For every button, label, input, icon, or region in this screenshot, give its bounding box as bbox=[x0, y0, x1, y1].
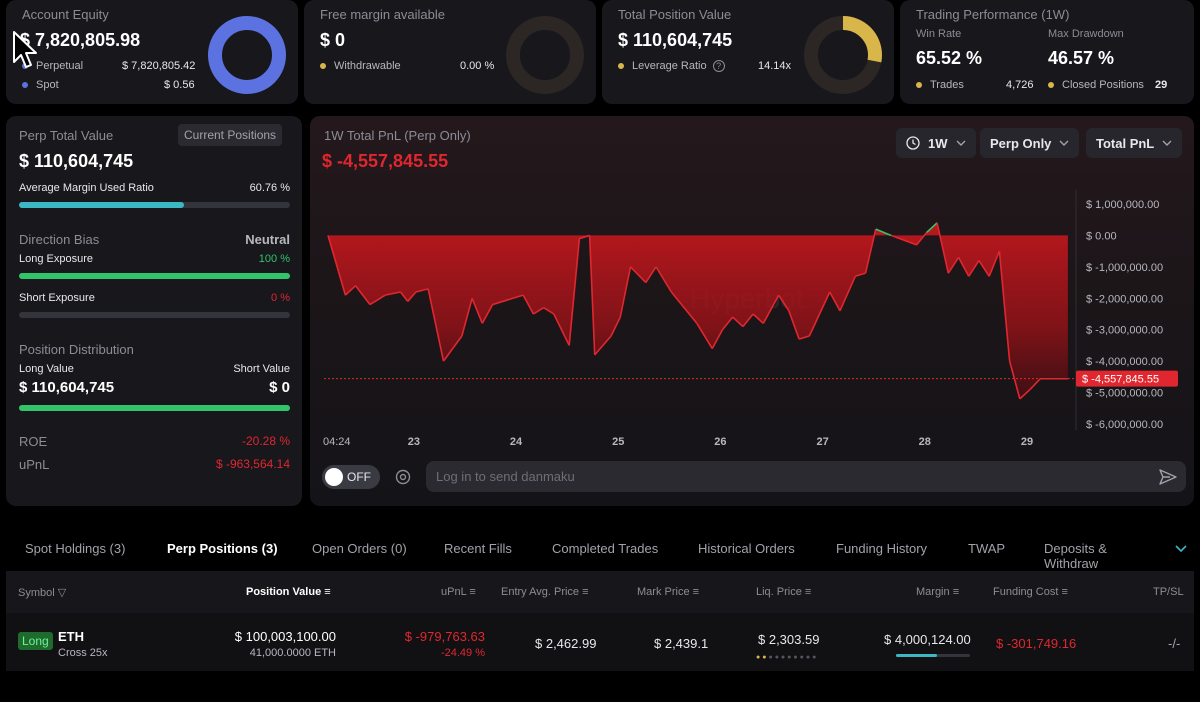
position-value-cell: $ 100,003,100.00 bbox=[234, 629, 336, 644]
tpsl-cell[interactable]: -/- bbox=[1168, 636, 1180, 651]
pnl-chart: Hyperbot$ 1,000,000.00$ 0.00$ -1,000,000… bbox=[323, 190, 1178, 448]
x-tick-label: 28 bbox=[919, 436, 931, 448]
symbol-cell[interactable]: ETH bbox=[58, 629, 84, 644]
y-tick-label: $ -6,000,000.00 bbox=[1086, 419, 1163, 431]
send-icon[interactable] bbox=[1158, 467, 1178, 487]
entry-price-header[interactable]: Entry Avg. Price ≡ bbox=[501, 586, 589, 598]
x-tick-label: 04:24 bbox=[323, 436, 351, 448]
tab-perp-positions[interactable]: Perp Positions (3) bbox=[167, 541, 278, 556]
danmaku-input[interactable]: Log in to send danmaku bbox=[426, 461, 1186, 492]
margin-usage-bar bbox=[896, 654, 970, 657]
danmaku-toggle[interactable]: OFF bbox=[322, 465, 380, 489]
liq-risk-dots: ●●●●●●●●●● bbox=[756, 654, 819, 661]
position-size-cell: 41,000.0000 ETH bbox=[249, 647, 336, 659]
tab-completed-trades[interactable]: Completed Trades bbox=[552, 541, 658, 556]
tpsl-header: TP/SL bbox=[1153, 586, 1184, 598]
y-tick-label: $ -5,000,000.00 bbox=[1086, 388, 1163, 400]
toggle-label: OFF bbox=[347, 470, 371, 484]
tab-historical-orders[interactable]: Historical Orders bbox=[698, 541, 795, 556]
y-tick-label: $ 0.00 bbox=[1086, 230, 1117, 242]
x-tick-label: 29 bbox=[1021, 436, 1033, 448]
liq-price-header[interactable]: Liq. Price ≡ bbox=[756, 586, 811, 598]
upnl-pct-cell: -24.49 % bbox=[440, 647, 485, 659]
funding-cost-cell: $ -301,749.16 bbox=[996, 636, 1077, 651]
tab-twap[interactable]: TWAP bbox=[968, 541, 1005, 556]
margin-usage-fill bbox=[896, 654, 937, 657]
y-tick-label: $ 1,000,000.00 bbox=[1086, 199, 1159, 211]
filter-icon[interactable]: ▽ bbox=[58, 587, 66, 599]
sort-icon: ≡ bbox=[324, 586, 331, 598]
tab-spot-holdings[interactable]: Spot Holdings (3) bbox=[25, 541, 125, 556]
symbol-header[interactable]: Symbol ▽ bbox=[18, 586, 66, 599]
danmaku-settings-icon[interactable] bbox=[394, 468, 412, 486]
tab-recent-fills[interactable]: Recent Fills bbox=[444, 541, 512, 556]
danmaku-placeholder: Log in to send danmaku bbox=[436, 469, 575, 484]
y-tick-label: $ -2,000,000.00 bbox=[1086, 293, 1163, 305]
upnl-header[interactable]: uPnL ≡ bbox=[441, 586, 476, 598]
position-value-header[interactable]: Position Value ≡ bbox=[246, 586, 331, 598]
x-tick-label: 24 bbox=[510, 436, 523, 448]
sort-icon: ≡ bbox=[804, 586, 812, 598]
mark-price-cell: $ 2,439.1 bbox=[654, 636, 709, 651]
funding-cost-header[interactable]: Funding Cost ≡ bbox=[993, 586, 1068, 598]
x-tick-label: 26 bbox=[714, 436, 726, 448]
margin-mode-cell: Cross 25x bbox=[58, 647, 108, 659]
liq-price-cell: $ 2,303.59 bbox=[758, 632, 820, 647]
tab-open-orders[interactable]: Open Orders (0) bbox=[312, 541, 407, 556]
sort-icon: ≡ bbox=[952, 586, 960, 598]
mark-price-header[interactable]: Mark Price ≡ bbox=[637, 586, 699, 598]
y-tick-label: $ -1,000,000.00 bbox=[1086, 262, 1163, 274]
tabs-expand-chevron-icon[interactable] bbox=[1175, 545, 1187, 553]
upnl-cell: $ -979,763.63 bbox=[404, 629, 485, 644]
x-tick-label: 25 bbox=[612, 436, 624, 448]
sort-icon: ≡ bbox=[469, 586, 476, 598]
margin-cell: $ 4,000,124.00 bbox=[884, 632, 971, 647]
sort-icon: ≡ bbox=[1061, 586, 1068, 598]
entry-price-cell: $ 2,462.99 bbox=[535, 636, 597, 651]
x-tick-label: 23 bbox=[408, 436, 420, 448]
y-tick-label: $ -3,000,000.00 bbox=[1086, 325, 1163, 337]
current-value-label: $ -4,557,845.55 bbox=[1082, 374, 1159, 386]
y-tick-label: $ -4,000,000.00 bbox=[1086, 356, 1163, 368]
tab-funding-history[interactable]: Funding History bbox=[836, 541, 927, 556]
sort-icon: ≡ bbox=[692, 586, 700, 598]
x-tick-label: 27 bbox=[816, 436, 828, 448]
tab-deposits-withdraws[interactable]: Deposits & Withdraw bbox=[1044, 541, 1162, 571]
pnl-area bbox=[328, 222, 1068, 399]
sort-icon: ≡ bbox=[582, 586, 589, 598]
toggle-knob bbox=[325, 468, 343, 486]
margin-header[interactable]: Margin ≡ bbox=[916, 586, 959, 598]
side-badge: Long bbox=[18, 632, 53, 650]
